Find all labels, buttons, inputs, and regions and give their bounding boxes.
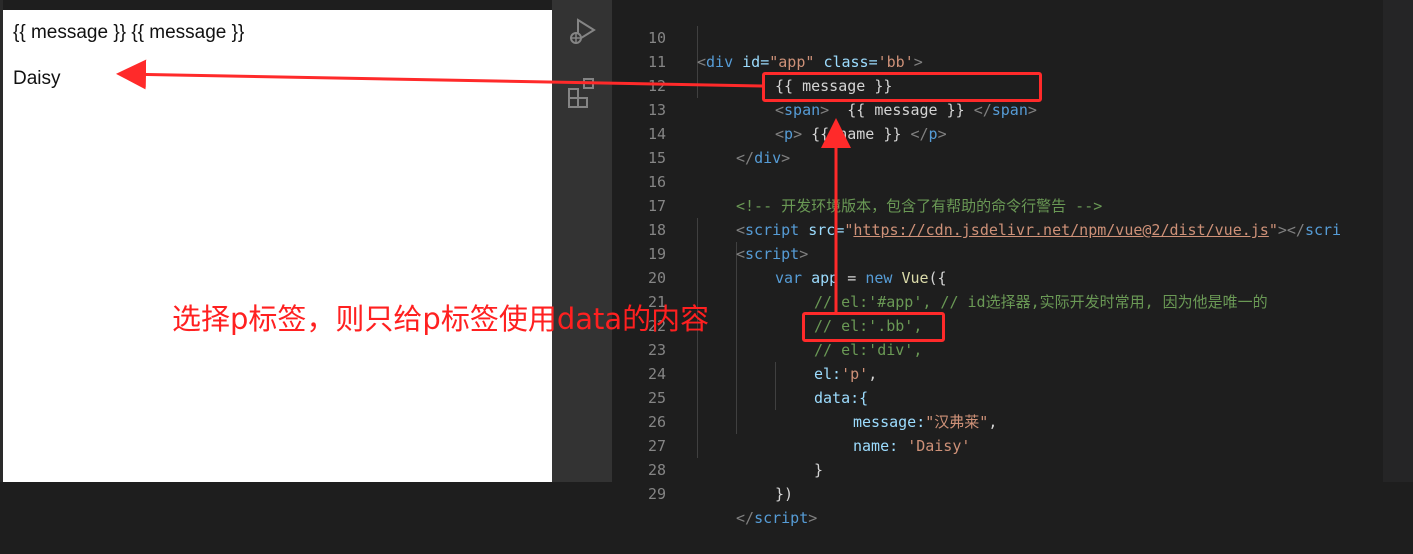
arrow-to-preview bbox=[116, 59, 763, 90]
annotation-arrows bbox=[116, 59, 851, 312]
line-number: 29 bbox=[647, 485, 666, 503]
annotation-caption: 选择p标签，则只给p标签使用data的内容 bbox=[172, 302, 710, 336]
code-token: }) bbox=[775, 485, 794, 503]
